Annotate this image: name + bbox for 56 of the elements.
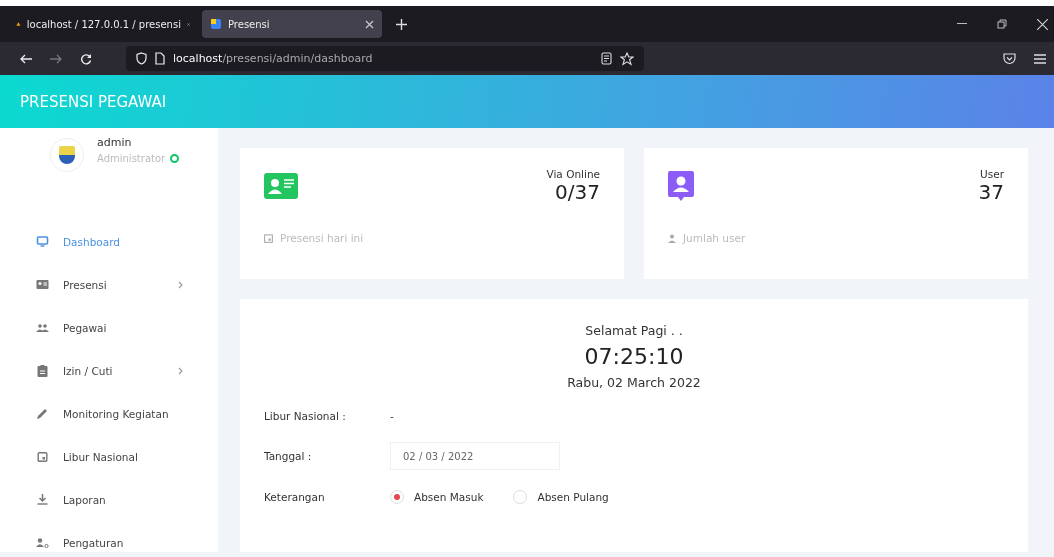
field-label: Keterangan	[264, 491, 326, 503]
back-icon[interactable]	[20, 53, 32, 64]
browser-tab[interactable]: localhost / 127.0.0.1 / presensi	[8, 10, 198, 38]
forward-icon[interactable]	[50, 53, 62, 64]
clipboard-icon	[36, 364, 49, 377]
date-field[interactable]: 02 / 03 / 2022	[390, 442, 560, 470]
sidebar-item[interactable]: Pegawai	[0, 306, 218, 349]
stat-value: 0/37	[554, 180, 600, 204]
menu-icon[interactable]	[1034, 53, 1046, 64]
greeting-text: Selamat Pagi . .	[584, 323, 684, 338]
user-role: Administrator	[97, 153, 166, 164]
radio-label[interactable]: Absen Masuk	[414, 491, 484, 503]
reload-icon[interactable]	[80, 52, 92, 65]
radio-label[interactable]: Absen Pulang	[537, 491, 609, 503]
field-label: Libur Nasional :	[264, 410, 347, 422]
app-title: PRESENSI PEGAWAI	[20, 92, 167, 111]
close-icon[interactable]	[365, 19, 374, 29]
stat-footer: Presensi hari ini	[280, 232, 364, 244]
pocket-icon[interactable]	[1003, 52, 1016, 65]
sidebar-item[interactable]: Izin / Cuti	[0, 349, 218, 392]
stat-caption: Via Online	[546, 168, 600, 180]
date-text: Rabu, 02 March 2022	[566, 375, 702, 390]
sidebar-item[interactable]: Presensi	[0, 263, 218, 306]
page-icon	[155, 52, 165, 65]
tab-title: localhost / 127.0.0.1 / presensi	[26, 18, 181, 30]
stat-caption: User	[979, 168, 1004, 180]
tab-title: Presensi	[228, 18, 271, 30]
people-icon	[36, 323, 49, 332]
star-icon[interactable]	[620, 51, 634, 66]
clock-time: 07:25:10	[583, 344, 685, 369]
holiday-value: -	[390, 410, 394, 422]
browser-tab[interactable]: Presensi	[202, 10, 382, 38]
minimize-icon[interactable]	[957, 23, 967, 25]
new-tab-icon[interactable]	[396, 18, 407, 30]
download-icon	[36, 494, 49, 505]
monitor-icon	[36, 236, 49, 247]
shield-icon	[136, 52, 147, 65]
stat-value: 37	[978, 180, 1004, 204]
user-name: admin	[97, 136, 133, 149]
user-settings-icon	[36, 537, 49, 548]
sidebar-item[interactable]: Libur Nasional	[0, 435, 218, 478]
stat-footer: Jumlah user	[683, 232, 746, 244]
person-icon	[668, 233, 676, 243]
close-icon[interactable]	[1037, 18, 1048, 30]
sidebar-item[interactable]: Monitoring Kegiatan	[0, 392, 218, 435]
id-card-icon	[36, 280, 49, 289]
calendar-icon	[36, 451, 49, 462]
restore-icon[interactable]	[997, 19, 1007, 29]
field-label: Tanggal :	[264, 450, 313, 462]
sidebar-item[interactable]: Laporan	[0, 478, 218, 521]
reader-view-icon[interactable]	[601, 52, 612, 65]
url-text: localhost/presensi/admin/dashboard	[173, 52, 373, 65]
pencil-icon	[36, 408, 49, 419]
calendar-icon	[264, 233, 273, 243]
sidebar-item[interactable]: Pengaturan	[0, 521, 218, 557]
address-bar[interactable]: localhost/presensi/admin/dashboard	[126, 46, 644, 71]
